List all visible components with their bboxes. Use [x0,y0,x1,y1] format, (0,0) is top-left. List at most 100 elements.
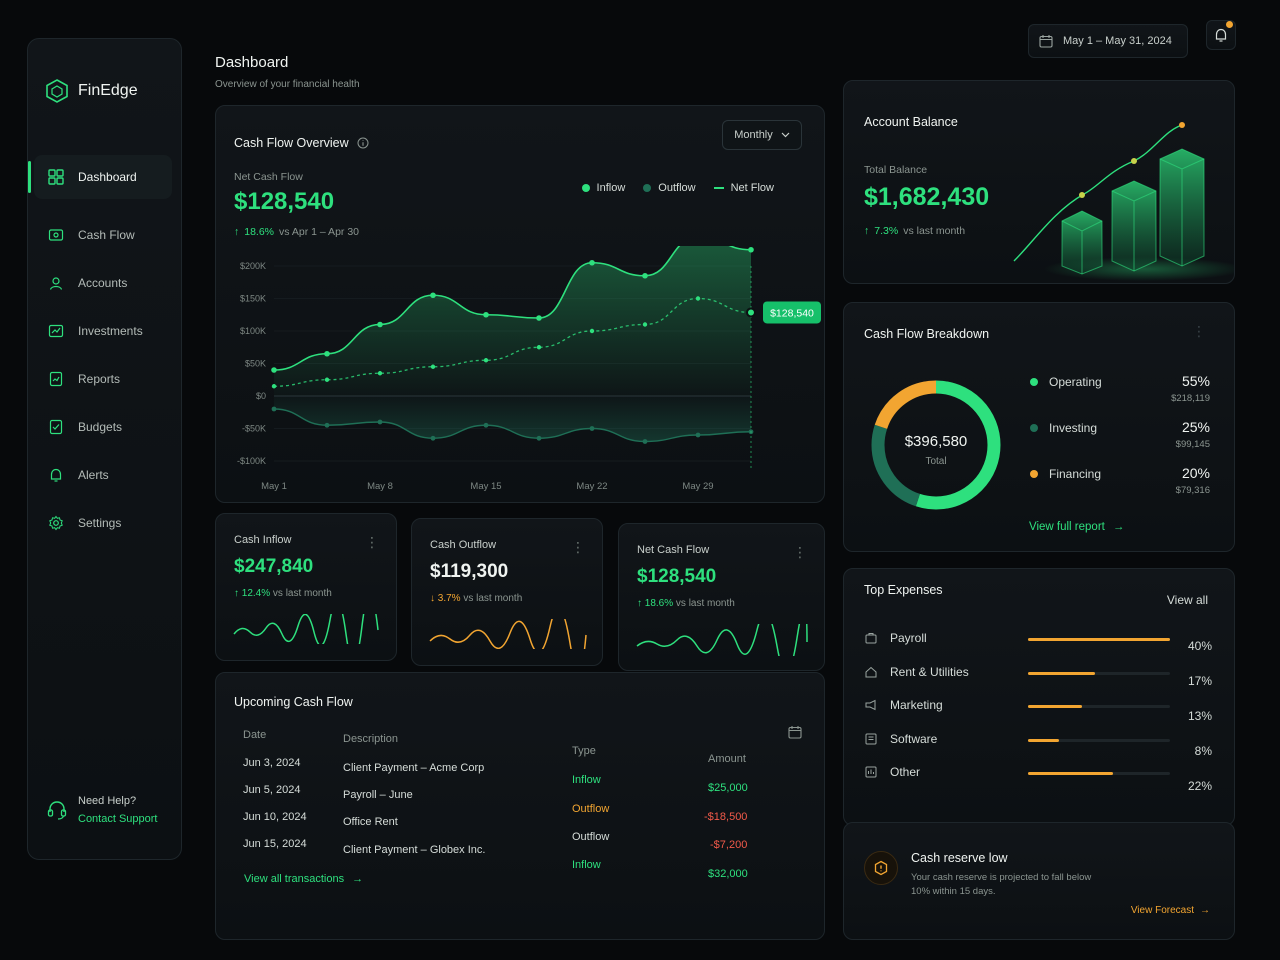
bell-icon [1215,28,1227,42]
legend-dot [643,184,652,192]
y-tick-label: -$100K [237,456,266,466]
other-icon [865,766,877,778]
arrow-down-icon: ↓ [430,593,438,604]
legend-dot [1030,470,1038,478]
sidebar-item-cash-flow[interactable]: Cash Flow [34,213,172,257]
link-label: View all transactions [244,873,345,885]
outflow-point [271,406,277,412]
expense-row[interactable]: Software 8% [864,730,1212,758]
expense-row[interactable]: Rent & Utilities 17% [864,663,1212,688]
sidebar-item-label: Settings [78,516,122,530]
sidebar-item-budgets[interactable]: Budgets [34,405,172,449]
legend-outflow[interactable]: Outflow [643,182,696,194]
row-description: Client Payment – Globex Inc. [343,844,486,856]
expense-row[interactable]: Marketing 13% [864,696,1212,723]
arrow-up-icon: ↑ [234,226,240,238]
more-options-icon[interactable]: ⋮ [1192,323,1206,340]
stat-change-pct: 3.7% [437,593,461,604]
x-tick-label: May 15 [470,481,501,492]
arrow-up-icon: ↑ [234,588,242,599]
view-all-expenses-link[interactable]: View all [1167,593,1208,607]
more-options-icon[interactable]: ⋮ [365,534,379,551]
top-expenses-card: Top Expenses View all Payroll 40% Rent & U… [843,568,1235,826]
legend-dot [1030,424,1038,432]
expense-bar-fill [1028,738,1060,742]
net-flow-point [695,296,701,301]
sidebar-item-dashboard[interactable]: Dashboard [28,155,172,199]
more-options-icon[interactable]: ⋮ [571,539,585,556]
outflow-point [483,422,489,428]
cash-flow-breakdown-card: Cash Flow Breakdown ⋮ $396,580 Total Ope… [843,302,1235,552]
info-icon[interactable] [357,137,369,149]
column-header-description[interactable]: Description [343,733,398,745]
stat-label: Cash Inflow [234,534,292,546]
net-flow-point [271,384,277,389]
budgets-icon [49,419,63,435]
software-icon [865,733,877,744]
sidebar-item-accounts[interactable]: Accounts [34,261,172,305]
expense-name: Payroll [890,631,927,645]
change-pct: 18.6% [244,226,275,238]
expense-row[interactable]: Payroll 40% [864,629,1212,653]
cash-flow-overview-title: Cash Flow Overview [234,136,349,150]
x-tick-label: May 8 [367,481,393,492]
expense-pct: 22% [1187,779,1212,793]
row-amount: -$18,500 [704,811,748,823]
chart-legend: Inflow Outflow Net Flow [564,182,774,194]
expense-bar-fill [1028,671,1095,675]
marketing-icon [865,699,876,711]
calendar-icon[interactable] [788,725,802,739]
period-select[interactable]: Monthly [722,120,802,150]
help-title: Need Help? [78,795,137,807]
donut-total-label: Total [925,456,947,467]
arrow-right-icon: → [1200,905,1210,916]
column-header-date[interactable]: Date [243,729,266,741]
row-type: Outflow [572,831,610,843]
breakdown-pct: 25% [1181,419,1210,435]
hover-point [746,307,756,318]
expense-pct: 8% [1194,744,1212,758]
legend-inflow[interactable]: Inflow [581,182,625,194]
net-flow-point [642,322,648,327]
expense-name: Marketing [890,698,943,712]
sidebar-item-settings[interactable]: Settings [34,501,172,545]
outflow-point [642,439,648,444]
view-full-report-link[interactable]: View full report → [1029,521,1124,533]
view-all-transactions-link[interactable]: View all transactions → [244,873,363,885]
sidebar-item-investments[interactable]: Investments [34,309,172,353]
net-cash-flow-label: Net Cash Flow [234,171,303,183]
trend-point [1179,122,1185,128]
contact-support-link[interactable]: Contact Support [78,813,158,825]
inflow-point [377,321,383,328]
legend-line [713,187,724,189]
expense-row[interactable]: Other 22% [864,763,1212,793]
legend-net-flow[interactable]: Net Flow [713,182,774,194]
expense-bar-fill [1028,705,1082,708]
app-logo[interactable]: FinEdge [46,79,138,103]
sidebar-item-label: Alerts [78,468,109,482]
inflow-point [748,246,754,253]
row-date: Jun 10, 2024 [243,811,307,823]
cash-reserve-alert: Cash reserve low Your cash reserve is pr… [843,822,1235,940]
date-range-picker[interactable]: May 1 – May 31, 2024 [1028,24,1188,58]
stat-change-pct: 18.6% [644,598,674,609]
notifications-button[interactable] [1206,20,1236,50]
stat-change-pct: 12.4% [241,588,271,599]
view-forecast-link[interactable]: View Forecast → [1131,905,1210,916]
stat-change: ↑ 12.4% vs last month [234,588,332,599]
cash-flow-chart[interactable]: $200K $150K $100K $50K $0 -$50K -$100K May 1 May… [216,246,826,496]
page-title: Dashboard [215,54,289,71]
row-amount: $25,000 [708,782,748,794]
row-amount: -$7,200 [710,839,748,851]
calendar-icon [1039,35,1053,48]
sidebar-item-alerts[interactable]: Alerts [34,453,172,497]
column-header-amount[interactable]: Amount [708,753,746,765]
cube-bar [1061,210,1103,275]
more-options-icon[interactable]: ⋮ [793,544,807,561]
y-tick-label: $200K [240,261,266,271]
row-description: Client Payment – Acme Corp [343,762,485,774]
column-header-type[interactable]: Type [572,745,596,757]
sidebar-item-reports[interactable]: Reports [34,357,172,401]
net-flow-point [589,328,595,334]
warning-shield-icon [874,860,888,876]
